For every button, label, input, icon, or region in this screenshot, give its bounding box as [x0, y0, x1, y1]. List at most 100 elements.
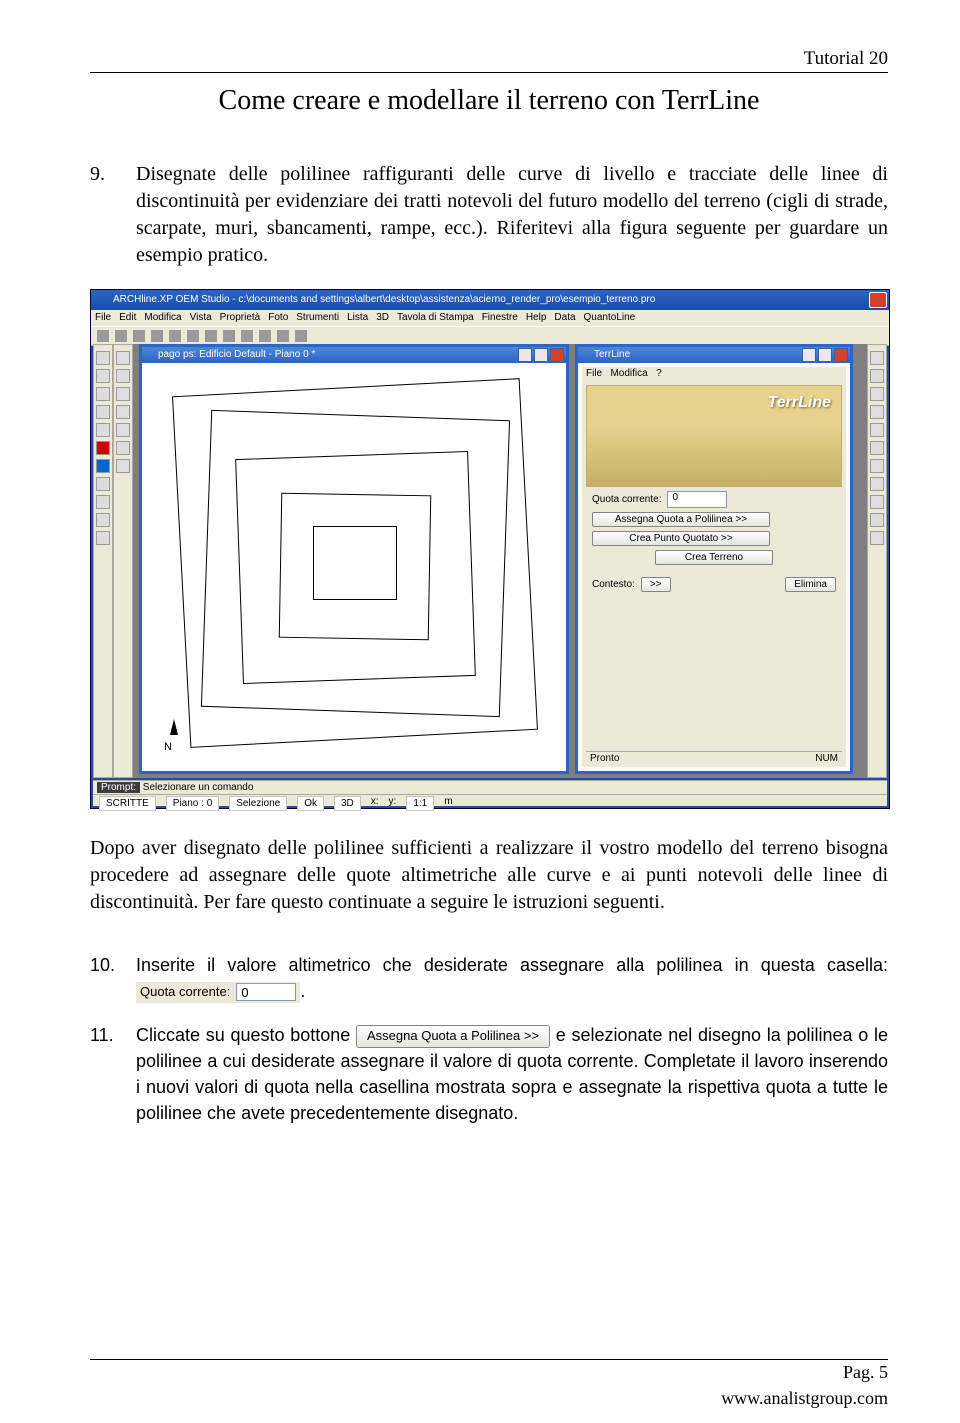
menu-item[interactable]: Vista: [190, 310, 212, 326]
tool-icon[interactable]: [870, 351, 884, 365]
tool-icon[interactable]: [116, 369, 130, 383]
tool-icon[interactable]: [96, 531, 110, 545]
toolbar-icon[interactable]: [205, 330, 217, 342]
tool-icon[interactable]: [96, 477, 110, 491]
toolbar-icon[interactable]: [115, 330, 127, 342]
plan-window[interactable]: pago ps: Edificio Default - Piano 0 * N: [139, 344, 569, 774]
tool-icon[interactable]: [870, 459, 884, 473]
menu-item[interactable]: File: [586, 368, 602, 379]
status-ok: Ok: [297, 796, 324, 811]
toolbar-icon[interactable]: [133, 330, 145, 342]
tool-icon[interactable]: [870, 387, 884, 401]
toolbar-icon[interactable]: [277, 330, 289, 342]
menu-item[interactable]: Finestre: [482, 310, 518, 326]
tool-icon[interactable]: [96, 513, 110, 527]
tool-icon[interactable]: [870, 405, 884, 419]
crea-terreno-button[interactable]: Crea Terreno: [655, 550, 773, 565]
menu-item[interactable]: Modifica: [610, 368, 647, 379]
menu-item[interactable]: Edit: [119, 310, 136, 326]
menu-item[interactable]: File: [95, 310, 111, 326]
terrline-window[interactable]: TerrLine File Modifica ? TerrLine: [575, 344, 853, 774]
tool-icon[interactable]: [116, 459, 130, 473]
tool-icon[interactable]: [116, 351, 130, 365]
close-icon[interactable]: [834, 348, 848, 362]
tool-icon[interactable]: [96, 459, 110, 473]
maximize-icon[interactable]: [818, 348, 832, 362]
menu-item[interactable]: Strumenti: [296, 310, 339, 326]
step11-pre: Cliccate su questo bottone: [136, 1025, 356, 1045]
app-menubar[interactable]: File Edit Modifica Vista Proprietà Foto …: [91, 310, 889, 326]
tool-icon[interactable]: [116, 387, 130, 401]
quota-corrente-widget: Quota corrente: 0: [136, 982, 300, 1003]
tool-icon[interactable]: [870, 441, 884, 455]
quota-corrente-input[interactable]: 0: [236, 983, 296, 1001]
tool-icon[interactable]: [870, 423, 884, 437]
toolbar-icon[interactable]: [259, 330, 271, 342]
toolbar-icon[interactable]: [223, 330, 235, 342]
assegna-quota-button[interactable]: Assegna Quota a Polilinea >>: [356, 1025, 550, 1048]
contesto-button[interactable]: >>: [641, 577, 671, 592]
menu-item[interactable]: Proprietà: [220, 310, 261, 326]
step10-post: .: [300, 981, 305, 1001]
tool-icon[interactable]: [96, 387, 110, 401]
app-titlebar: ARCHline.XP OEM Studio - c:\documents an…: [91, 290, 889, 310]
tool-icon[interactable]: [870, 513, 884, 527]
status-3d: 3D: [334, 796, 361, 811]
menu-item[interactable]: Foto: [268, 310, 288, 326]
quota-input[interactable]: 0: [667, 491, 727, 508]
tool-icon[interactable]: [96, 495, 110, 509]
plan-title: pago ps: Edificio Default - Piano 0 *: [158, 347, 315, 363]
left-toolbox[interactable]: [93, 344, 113, 778]
menu-item[interactable]: 3D: [376, 310, 389, 326]
app-toolbar[interactable]: [91, 326, 889, 346]
page-number: Pag. 5: [90, 1359, 888, 1383]
tool-icon[interactable]: [870, 495, 884, 509]
page-title: Come creare e modellare il terreno con T…: [90, 85, 888, 117]
step11-number: 11.: [90, 1022, 136, 1126]
terrline-menubar[interactable]: File Modifica ?: [582, 367, 846, 381]
toolbar-icon[interactable]: [169, 330, 181, 342]
minimize-icon[interactable]: [802, 348, 816, 362]
tool-icon[interactable]: [870, 369, 884, 383]
contesto-label: Contesto:: [592, 579, 635, 590]
status-selezione: Selezione: [229, 796, 287, 811]
tool-icon[interactable]: [96, 405, 110, 419]
tool-icon[interactable]: [96, 441, 110, 455]
toolbar-icon[interactable]: [97, 330, 109, 342]
north-indicator: N: [164, 741, 172, 753]
plan-canvas[interactable]: N: [148, 367, 560, 765]
assegna-button[interactable]: Assegna Quota a Polilinea >>: [592, 512, 770, 527]
toolbar-icon[interactable]: [151, 330, 163, 342]
menu-item[interactable]: QuantoLine: [584, 310, 636, 326]
menu-item[interactable]: ?: [656, 368, 662, 379]
crea-punto-button[interactable]: Crea Punto Quotato >>: [592, 531, 770, 546]
tool-icon[interactable]: [96, 369, 110, 383]
tool-icon[interactable]: [96, 423, 110, 437]
elimina-button[interactable]: Elimina: [785, 577, 836, 592]
tool-icon[interactable]: [116, 441, 130, 455]
status-x: x:: [371, 796, 379, 811]
tool-icon[interactable]: [870, 531, 884, 545]
menu-item[interactable]: Help: [526, 310, 547, 326]
menu-item[interactable]: Data: [554, 310, 575, 326]
toolbar-icon[interactable]: [295, 330, 307, 342]
tool-icon[interactable]: [116, 405, 130, 419]
tool-icon[interactable]: [116, 423, 130, 437]
close-icon[interactable]: [550, 348, 564, 362]
menu-item[interactable]: Lista: [347, 310, 368, 326]
menu-item[interactable]: Tavola di Stampa: [397, 310, 474, 326]
status-unit: m: [444, 796, 452, 811]
step9-text: Disegnate delle polilinee raffiguranti d…: [136, 161, 888, 269]
status-bar: SCRITTE Piano : 0 Selezione Ok 3D x: y: …: [93, 794, 887, 812]
after-paragraph: Dopo aver disegnato delle polilinee suff…: [90, 835, 888, 916]
right-toolbox[interactable]: [867, 344, 887, 778]
close-icon[interactable]: [869, 292, 887, 308]
left-toolbox-2[interactable]: [113, 344, 133, 778]
toolbar-icon[interactable]: [187, 330, 199, 342]
minimize-icon[interactable]: [518, 348, 532, 362]
maximize-icon[interactable]: [534, 348, 548, 362]
tool-icon[interactable]: [870, 477, 884, 491]
tool-icon[interactable]: [96, 351, 110, 365]
menu-item[interactable]: Modifica: [144, 310, 181, 326]
toolbar-icon[interactable]: [241, 330, 253, 342]
